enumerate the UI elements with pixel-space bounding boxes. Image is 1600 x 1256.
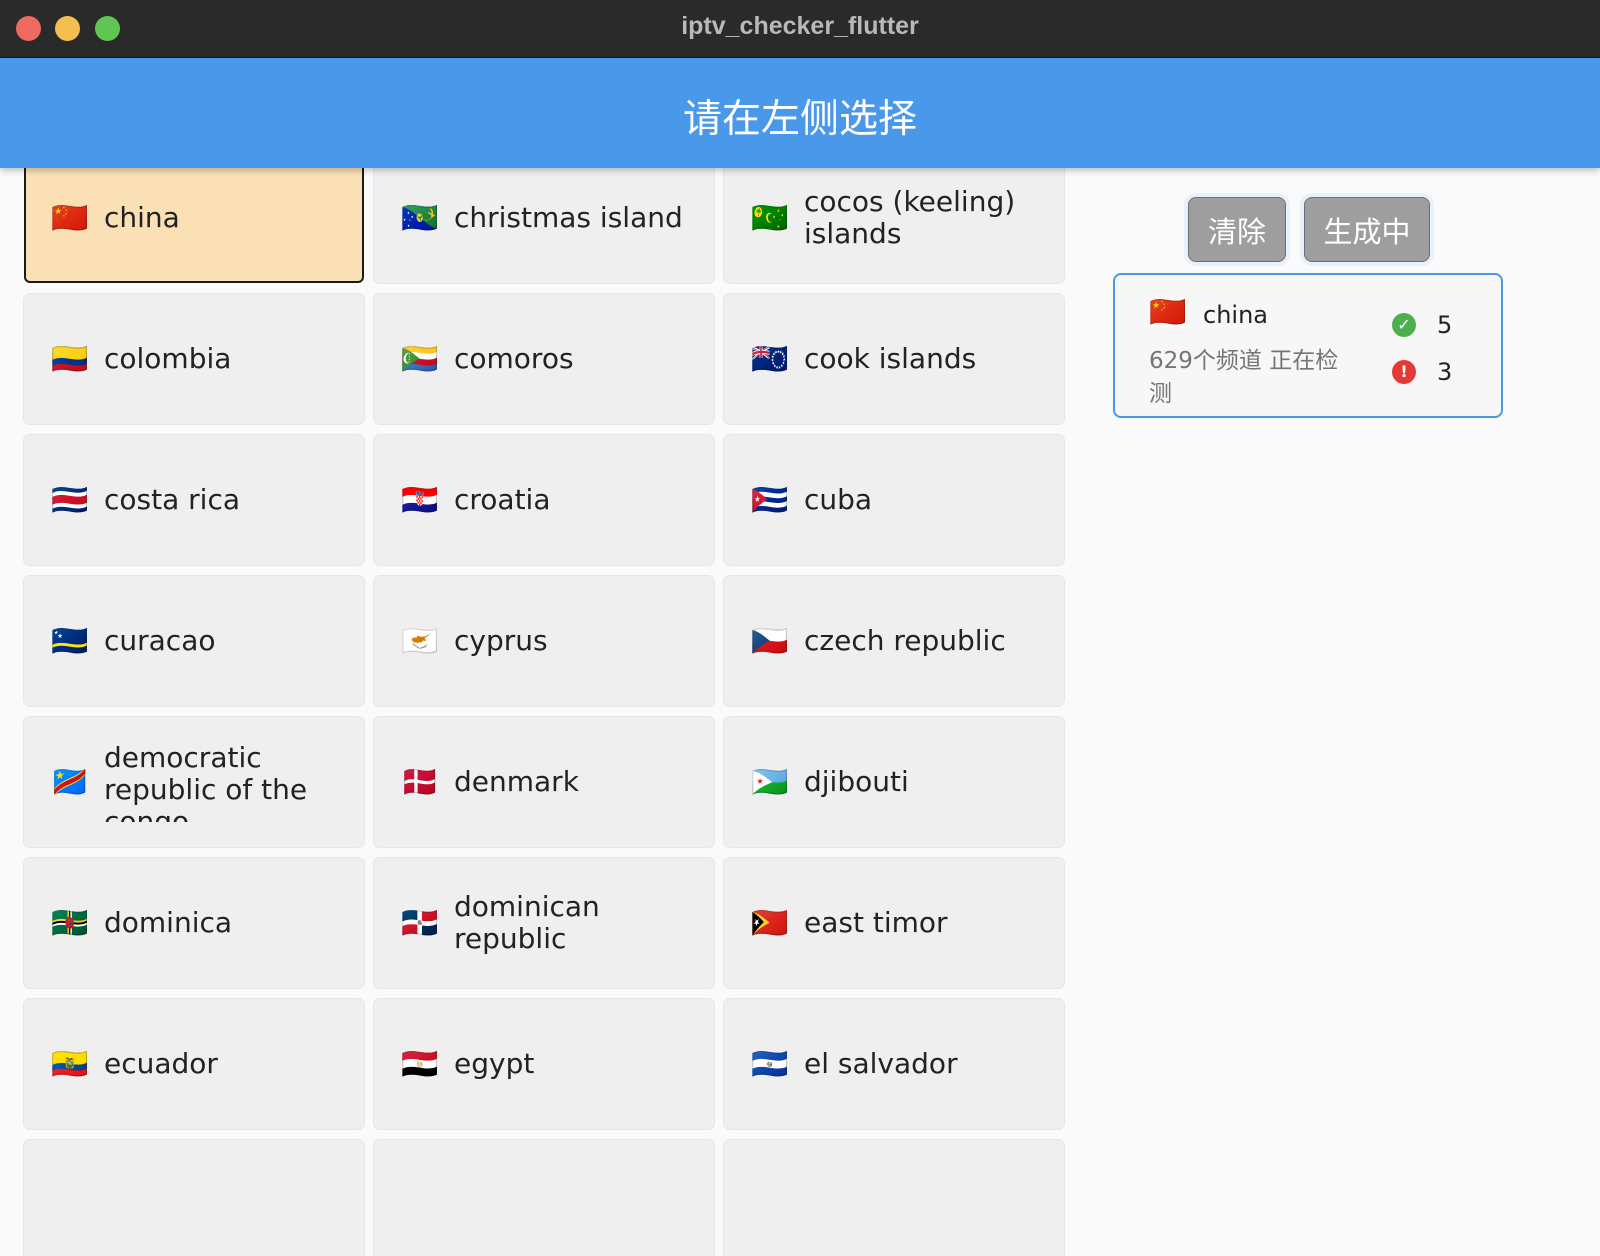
flag-icon: 🇸🇻: [751, 1046, 789, 1082]
country-name: croatia: [454, 484, 551, 516]
country-tile[interactable]: 🇨🇳 china: [24, 153, 364, 283]
task-card[interactable]: 🇨🇳 china 629个频道 正在检测 ✓ 5 ! 3: [1113, 273, 1503, 418]
flag-icon: 🇩🇴: [401, 905, 439, 941]
generate-button[interactable]: 生成中: [1304, 197, 1430, 262]
country-tile[interactable]: 🇪🇬 egypt: [374, 999, 714, 1129]
flag-icon: 🇩🇰: [401, 764, 439, 800]
flag-icon: 🇨🇩: [51, 764, 89, 800]
country-name: djibouti: [804, 766, 909, 798]
country-name: china: [104, 202, 180, 234]
country-tile[interactable]: 🇨🇴 colombia: [24, 294, 364, 424]
country-name: democratic republic of the congo: [104, 742, 308, 822]
flag-icon: 🇭🇷: [401, 482, 439, 518]
country-tile[interactable]: 🇩🇲 dominica: [24, 858, 364, 988]
country-tile[interactable]: 🇭🇷 croatia: [374, 435, 714, 565]
country-name: christmas island: [454, 202, 683, 234]
country-tile[interactable]: [724, 1140, 1064, 1256]
error-count: 3: [1437, 358, 1453, 386]
country-tile[interactable]: 🇩🇴 dominican republic: [374, 858, 714, 988]
country-name: cuba: [804, 484, 873, 516]
task-country-name: china: [1203, 301, 1268, 329]
ok-count: 5: [1437, 311, 1453, 339]
country-name: east timor: [804, 907, 948, 939]
country-tile[interactable]: 🇩🇯 djibouti: [724, 717, 1064, 847]
flag-icon: 🇨🇽: [401, 200, 439, 236]
flag-icon: 🇨🇾: [401, 623, 439, 659]
flag-icon: 🇨🇨: [751, 200, 789, 236]
country-name: comoros: [454, 343, 574, 375]
flag-icon: 🇨🇷: [51, 482, 89, 518]
flag-icon: 🇹🇱: [751, 905, 789, 941]
country-name: denmark: [454, 766, 579, 798]
flag-icon: 🇨🇴: [51, 341, 89, 377]
app-bar: 请在左侧选择: [0, 58, 1600, 168]
flag-icon: [750, 1190, 790, 1220]
country-name: egypt: [454, 1048, 535, 1080]
country-name: dominican republic: [454, 891, 600, 955]
country-tile[interactable]: 🇹🇱 east timor: [724, 858, 1064, 988]
flag-icon: 🇩🇲: [51, 905, 89, 941]
country-tile[interactable]: 🇩🇰 denmark: [374, 717, 714, 847]
country-name: cook islands: [804, 343, 977, 375]
error-circle-icon: !: [1392, 360, 1416, 384]
country-tile[interactable]: 🇸🇻 el salvador: [724, 999, 1064, 1129]
country-grid: republic🇨🇳china🇨🇽christmas island🇨🇨cocos…: [24, 58, 1064, 1256]
country-name: cyprus: [454, 625, 548, 657]
flag-icon: 🇨🇰: [751, 341, 789, 377]
clear-button[interactable]: 清除: [1188, 197, 1286, 262]
country-name: colombia: [104, 343, 232, 375]
country-tile[interactable]: 🇨🇿 czech republic: [724, 576, 1064, 706]
country-tile[interactable]: 🇰🇲 comoros: [374, 294, 714, 424]
country-tile[interactable]: [24, 1140, 364, 1256]
country-name: ecuador: [104, 1048, 218, 1080]
country-name: costa rica: [104, 484, 240, 516]
task-status-text: 629个频道 正在检测: [1149, 348, 1339, 407]
country-tile[interactable]: 🇪🇨 ecuador: [24, 999, 364, 1129]
country-name: curacao: [104, 625, 216, 657]
flag-icon: 🇨🇿: [751, 623, 789, 659]
country-name: czech republic: [804, 625, 1006, 657]
country-tile[interactable]: 🇨🇷 costa rica: [24, 435, 364, 565]
flag-icon: 🇩🇯: [751, 764, 789, 800]
window-title-bar: iptv_checker_flutter: [0, 0, 1600, 58]
flag-icon: [50, 1190, 90, 1220]
check-circle-icon: ✓: [1392, 313, 1416, 337]
country-tile[interactable]: 🇨🇺 cuba: [724, 435, 1064, 565]
flag-icon: 🇨🇺: [751, 482, 789, 518]
country-tile[interactable]: 🇨🇾 cyprus: [374, 576, 714, 706]
country-tile[interactable]: 🇨🇼 curacao: [24, 576, 364, 706]
country-grid-viewport[interactable]: republic🇨🇳china🇨🇽christmas island🇨🇨cocos…: [0, 58, 1080, 1256]
country-name: dominica: [104, 907, 233, 939]
flag-icon: [400, 1190, 440, 1220]
country-tile[interactable]: 🇨🇽 christmas island: [374, 153, 714, 283]
country-tile[interactable]: [374, 1140, 714, 1256]
country-tile[interactable]: 🇨🇩 democratic republic of the congo: [24, 717, 364, 847]
country-tile[interactable]: 🇨🇰 cook islands: [724, 294, 1064, 424]
country-name: el salvador: [804, 1048, 958, 1080]
country-tile[interactable]: 🇨🇨 cocos (keeling) islands: [724, 153, 1064, 283]
flag-icon: 🇨🇳: [51, 200, 89, 236]
window-title: iptv_checker_flutter: [681, 12, 919, 40]
flag-icon: 🇨🇼: [51, 623, 89, 659]
page-title: 请在左侧选择: [682, 97, 917, 142]
china-flag-icon: 🇨🇳: [1149, 295, 1187, 330]
country-name: cocos (keeling) islands: [804, 186, 1016, 250]
flag-icon: 🇪🇨: [51, 1046, 89, 1082]
flag-icon: 🇰🇲: [401, 341, 439, 377]
flag-icon: 🇪🇬: [401, 1046, 439, 1082]
